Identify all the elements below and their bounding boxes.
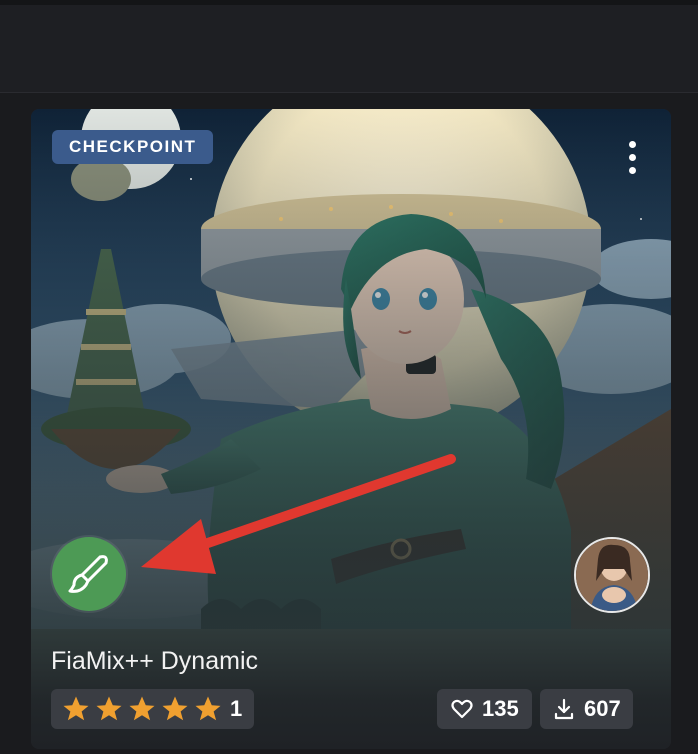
creator-avatar[interactable] xyxy=(574,537,650,613)
kebab-vertical-icon[interactable] xyxy=(623,137,643,177)
top-bar xyxy=(0,0,698,93)
star-icon xyxy=(162,696,188,721)
base-model-button[interactable] xyxy=(52,537,126,611)
top-strip xyxy=(0,0,698,5)
star-icon xyxy=(96,696,122,721)
heart-icon xyxy=(451,699,473,719)
likes-pill[interactable]: 135 xyxy=(437,689,532,729)
likes-count: 135 xyxy=(482,696,519,721)
type-badge[interactable]: CHECKPOINT xyxy=(52,130,214,164)
downloads-pill[interactable]: 607 xyxy=(540,689,633,729)
star-icon xyxy=(63,696,89,721)
star-icon xyxy=(195,696,221,721)
download-icon xyxy=(554,698,574,720)
model-preview-image[interactable] xyxy=(31,109,671,629)
downloads-count: 607 xyxy=(584,696,621,721)
model-title[interactable]: FiaMix++ Dynamic xyxy=(51,647,258,676)
rating-pill[interactable]: 1 xyxy=(51,689,255,729)
star-icon xyxy=(129,696,155,721)
model-card[interactable]: CHECKPOINT FiaMix++ Dynamic 1 135 607 xyxy=(31,109,671,749)
rating-count: 1 xyxy=(230,696,243,721)
brush-icon xyxy=(68,555,108,593)
